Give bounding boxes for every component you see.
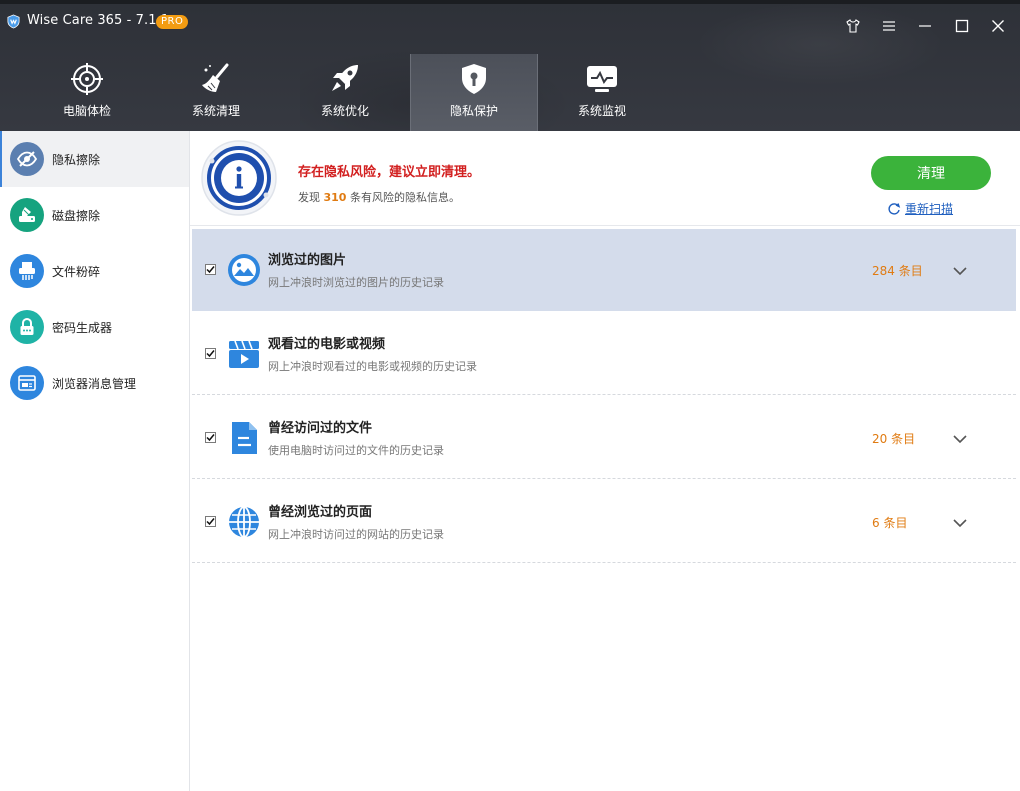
tab-label: 隐私保护 [449, 104, 498, 118]
eye-slash-icon [10, 142, 44, 176]
maximize-button[interactable] [952, 16, 972, 36]
sidebar-item-password-generator[interactable]: 密码生成器 [0, 299, 189, 355]
document-icon [232, 422, 257, 454]
shredder-icon [10, 254, 44, 288]
item-description: 网上冲浪时访问过的网站的历史记录 [268, 528, 444, 541]
chevron-down-icon [953, 435, 967, 444]
item-checkbox[interactable] [205, 264, 216, 275]
shield-keyhole-icon [462, 64, 486, 94]
sidebar-item-file-shredder[interactable]: 文件粉碎 [0, 243, 189, 299]
tshirt-icon [846, 19, 860, 33]
broom-icon [202, 63, 229, 92]
sidebar-item-privacy-erase[interactable]: 隐私擦除 [0, 131, 189, 187]
globe-icon [229, 506, 259, 538]
checkmark-icon [206, 266, 215, 274]
sidebar-item-label: 磁盘擦除 [52, 208, 101, 223]
expand-button[interactable] [952, 515, 968, 531]
close-icon [992, 20, 1004, 32]
info-icon [201, 140, 277, 216]
tab-system-optimize[interactable]: 系统优化 [281, 54, 409, 131]
hamburger-icon [883, 21, 895, 31]
main-panel: 存在隐私风险，建议立即清理。 发现 310 条有风险的隐私信息。 清理 重新扫描… [190, 131, 1020, 791]
tab-label: 系统清理 [191, 104, 240, 118]
sidebar-item-label: 隐私擦除 [52, 152, 101, 167]
list-item-browsed-pages[interactable]: 曾经浏览过的页面 网上冲浪时访问过的网站的历史记录 6 条目 [192, 481, 1016, 563]
tab-label: 系统优化 [320, 104, 369, 118]
video-icon [229, 340, 259, 368]
tab-pc-checkup[interactable]: 电脑体检 [23, 54, 151, 131]
maximize-icon [955, 19, 969, 33]
item-count: 6 条目 [872, 516, 908, 530]
app-title: Wise Care 365 - 7.1.1 [27, 13, 170, 28]
sidebar-item-label: 密码生成器 [52, 320, 113, 335]
item-title: 观看过的电影或视频 [268, 337, 386, 352]
rescan-link[interactable]: 重新扫描 [887, 200, 953, 217]
list-item-accessed-files[interactable]: 曾经访问过的文件 使用电脑时访问过的文件的历史记录 20 条目 [192, 397, 1016, 479]
tab-privacy-protect[interactable]: 隐私保护 [410, 54, 538, 131]
minimize-icon [919, 25, 931, 27]
rescan-label: 重新扫描 [905, 202, 954, 216]
item-description: 网上冲浪时浏览过的图片的历史记录 [268, 276, 444, 289]
pro-badge: PRO [156, 15, 189, 29]
item-title: 曾经浏览过的页面 [268, 505, 373, 520]
monitor-icon [587, 66, 617, 92]
risk-alert: 存在隐私风险，建议立即清理。 发现 310 条有风险的隐私信息。 清理 重新扫描 [190, 131, 1020, 226]
tab-label: 电脑体检 [62, 104, 111, 118]
tab-label: 系统监视 [577, 104, 626, 118]
checkmark-icon [206, 518, 215, 526]
item-checkbox[interactable] [205, 516, 216, 527]
sidebar-item-label: 浏览器消息管理 [52, 376, 137, 391]
expand-button[interactable] [952, 263, 968, 279]
item-title: 曾经访问过的文件 [268, 421, 373, 436]
disk-eraser-icon [10, 198, 44, 232]
sidebar-item-browser-notifications[interactable]: 浏览器消息管理 [0, 355, 189, 411]
alert-description: 发现 310 条有风险的隐私信息。 [298, 189, 460, 205]
sidebar: 隐私擦除 磁盘擦除 文件粉碎 密码生成器 浏览器消息管理 [0, 131, 190, 791]
refresh-icon [888, 202, 901, 215]
sidebar-item-label: 文件粉碎 [52, 264, 101, 279]
tab-system-monitor[interactable]: 系统监视 [538, 54, 666, 131]
tab-system-clean[interactable]: 系统清理 [152, 54, 280, 131]
item-checkbox[interactable] [205, 348, 216, 359]
rocket-icon [332, 65, 358, 91]
skin-button[interactable] [843, 16, 863, 36]
close-button[interactable] [988, 16, 1008, 36]
item-description: 网上冲浪时观看过的电影或视频的历史记录 [268, 360, 477, 373]
risk-count: 310 [323, 191, 347, 204]
app-logo-icon [7, 14, 20, 29]
alert-desc-prefix: 发现 [298, 191, 324, 204]
clean-button[interactable]: 清理 [871, 156, 991, 190]
list-item-watched-videos[interactable]: 观看过的电影或视频 网上冲浪时观看过的电影或视频的历史记录 [192, 313, 1016, 395]
chevron-down-icon [953, 267, 967, 276]
item-title: 浏览过的图片 [268, 253, 347, 268]
item-description: 使用电脑时访问过的文件的历史记录 [268, 444, 444, 457]
browser-notification-icon [10, 366, 44, 400]
item-count: 20 条目 [872, 432, 916, 446]
alert-desc-suffix: 条有风险的隐私信息。 [346, 191, 460, 204]
image-icon [228, 254, 260, 286]
alert-title: 存在隐私风险，建议立即清理。 [298, 165, 481, 180]
checkmark-icon [206, 350, 215, 358]
sidebar-item-disk-erase[interactable]: 磁盘擦除 [0, 187, 189, 243]
minimize-button[interactable] [915, 16, 935, 36]
item-checkbox[interactable] [205, 432, 216, 443]
list-item-viewed-images[interactable]: 浏览过的图片 网上冲浪时浏览过的图片的历史记录 284 条目 [192, 229, 1016, 311]
checkmark-icon [206, 434, 215, 442]
expand-button[interactable] [952, 431, 968, 447]
title-bar: Wise Care 365 - 7.1.1 PRO 电脑体检 系统清理 系统优化… [0, 0, 1020, 131]
chevron-down-icon [953, 519, 967, 528]
lock-icon [10, 310, 44, 344]
crosshair-icon [71, 63, 103, 95]
menu-button[interactable] [879, 16, 899, 36]
item-count: 284 条目 [872, 264, 923, 278]
